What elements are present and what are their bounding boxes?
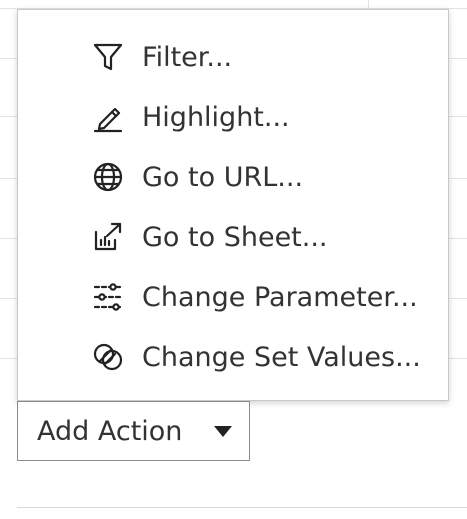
caret-down-icon xyxy=(214,426,232,437)
add-action-label: Add Action xyxy=(37,415,183,447)
divider xyxy=(17,507,467,508)
menu-item-highlight[interactable]: Highlight... xyxy=(18,87,448,147)
menu-item-label: Go to URL... xyxy=(142,161,304,193)
add-action-button[interactable]: Add Action xyxy=(17,401,250,461)
menu-item-go-to-sheet[interactable]: Go to Sheet... xyxy=(18,207,448,267)
menu-item-change-set-values[interactable]: Change Set Values... xyxy=(18,327,448,387)
menu-item-label: Filter... xyxy=(142,41,233,73)
add-action-menu: Filter... Highlight... Go to URL... Go t… xyxy=(17,9,449,401)
set-values-icon xyxy=(90,339,126,375)
menu-item-go-to-url[interactable]: Go to URL... xyxy=(18,147,448,207)
menu-item-change-parameter[interactable]: Change Parameter... xyxy=(18,267,448,327)
menu-item-label: Change Set Values... xyxy=(142,341,421,373)
globe-icon xyxy=(90,159,126,195)
menu-item-filter[interactable]: Filter... xyxy=(18,27,448,87)
menu-item-label: Go to Sheet... xyxy=(142,221,328,253)
menu-item-label: Change Parameter... xyxy=(142,281,418,313)
highlight-pen-icon xyxy=(90,99,126,135)
filter-icon xyxy=(90,39,126,75)
parameter-sliders-icon xyxy=(90,279,126,315)
menu-item-label: Highlight... xyxy=(142,101,290,133)
go-to-sheet-icon xyxy=(90,219,126,255)
